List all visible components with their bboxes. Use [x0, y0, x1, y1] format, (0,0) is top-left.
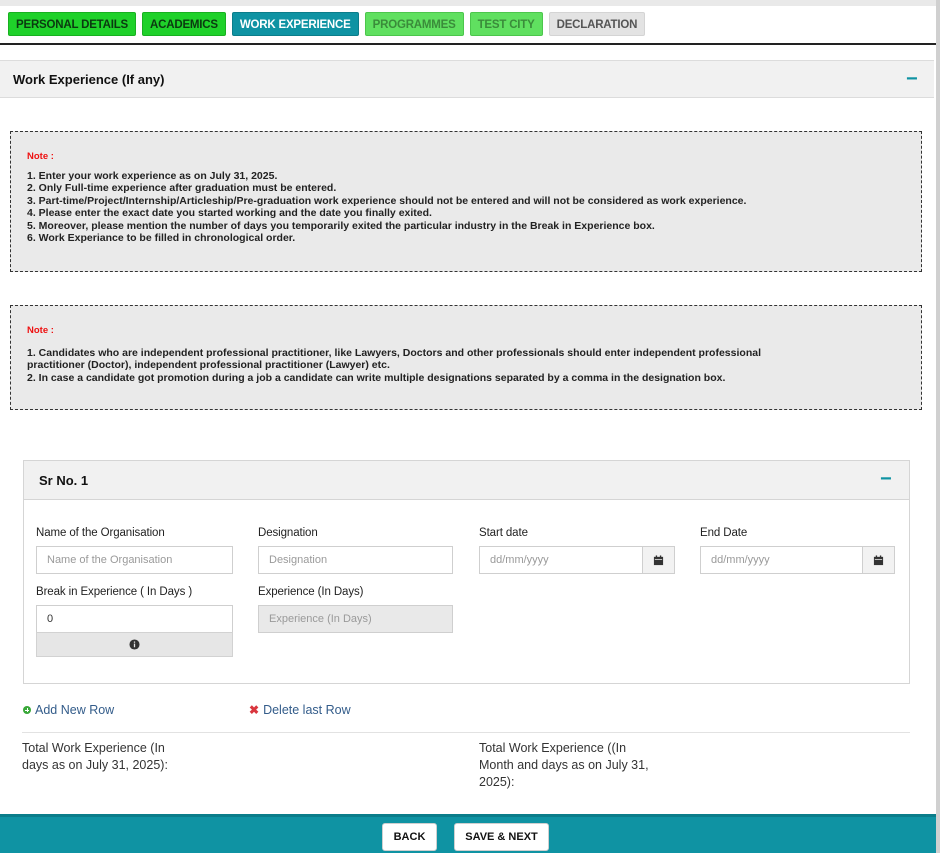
tab-test-city[interactable]: TEST CITY: [469, 12, 543, 36]
section-collapse-button[interactable]: −: [906, 69, 918, 89]
row-title: Sr No. 1: [39, 473, 89, 488]
save-next-button[interactable]: SAVE & NEXT: [454, 823, 549, 851]
footer-bar: BACK SAVE & NEXT: [0, 814, 936, 853]
add-new-row-link[interactable]: Add New Row: [23, 703, 114, 717]
calendar-icon: [653, 554, 664, 565]
total-days-label: Total Work Experience (In days as on Jul…: [22, 740, 168, 774]
tab-work-experience[interactable]: WORK EXPERIENCE: [231, 12, 359, 36]
break-info-button[interactable]: [36, 632, 233, 657]
note-box-1: Note : 1. Enter your work experience as …: [10, 131, 922, 272]
end-date-label: End Date: [700, 527, 748, 539]
organisation-label: Name of the Organisation: [36, 527, 165, 539]
scrollbar[interactable]: [936, 0, 940, 853]
row-collapse-button[interactable]: −: [880, 469, 892, 489]
break-days-input[interactable]: [36, 605, 233, 633]
start-date-calendar-button[interactable]: [642, 546, 675, 574]
note-line: 5. Moreover, please mention the number o…: [27, 219, 655, 232]
tab-declaration[interactable]: DECLARATION: [548, 12, 646, 36]
note-line: 2. Only Full-time experience after gradu…: [27, 182, 337, 195]
note-line: 3. Part-time/Project/Internship/Articles…: [27, 194, 747, 207]
divider: [22, 732, 910, 733]
section-header: Work Experience (If any) −: [0, 60, 934, 98]
note-line: 2. In case a candidate got promotion dur…: [27, 371, 726, 384]
calendar-icon: [873, 554, 884, 565]
note-list: 1. Enter your work experience as on July…: [27, 170, 909, 244]
delete-last-row-label: Delete last Row: [263, 703, 351, 717]
designation-input[interactable]: [258, 546, 453, 574]
note-line: 1. Enter your work experience as on July…: [27, 170, 278, 182]
info-icon: [129, 639, 140, 650]
row-header: Sr No. 1 −: [24, 461, 909, 500]
note-list: 1. Candidates who are independent profes…: [27, 347, 909, 384]
end-date-calendar-button[interactable]: [862, 546, 895, 574]
note-line: 1. Candidates who are independent profes…: [27, 347, 761, 359]
plus-circle-icon: [23, 706, 31, 714]
note-line: 4. Please enter the exact date you start…: [27, 207, 432, 220]
designation-label: Designation: [258, 527, 318, 539]
start-date-label: Start date: [479, 527, 528, 539]
total-days-label-line: days as on July 31, 2025):: [22, 758, 168, 772]
step-tabs: PERSONAL DETAILS ACADEMICS WORK EXPERIEN…: [8, 12, 646, 36]
experience-days-label: Experience (In Days): [258, 586, 364, 598]
tab-personal-details[interactable]: PERSONAL DETAILS: [8, 12, 137, 36]
tab-divider: [0, 43, 936, 45]
total-months-label-line: Month and days as on July 31,: [479, 758, 649, 772]
total-days-label-line: Total Work Experience (In: [22, 741, 165, 755]
note-box-2: Note : 1. Candidates who are independent…: [10, 305, 922, 410]
start-date-input[interactable]: [479, 546, 643, 574]
close-icon: ✖: [249, 703, 260, 717]
back-button[interactable]: BACK: [382, 823, 437, 851]
total-months-label: Total Work Experience ((In Month and day…: [479, 740, 649, 791]
note-label: Note :: [27, 325, 54, 336]
note-line: 6. Work Experiance to be filled in chron…: [27, 232, 296, 245]
add-new-row-label: Add New Row: [35, 703, 115, 717]
top-strip: [0, 0, 940, 6]
tab-academics[interactable]: ACADEMICS: [142, 12, 226, 36]
total-months-label-line: Total Work Experience ((In: [479, 741, 627, 755]
section-title: Work Experience (If any): [13, 72, 165, 87]
experience-days-input: [258, 605, 453, 633]
delete-last-row-link[interactable]: ✖ Delete last Row: [249, 703, 351, 717]
total-months-label-line: 2025):: [479, 775, 515, 789]
organisation-input[interactable]: [36, 546, 233, 574]
note-label: Note :: [27, 151, 54, 162]
end-date-input[interactable]: [700, 546, 863, 574]
tab-programmes[interactable]: PROGRAMMES: [364, 12, 464, 36]
note-line: practitioner (Doctor), independent profe…: [27, 359, 390, 372]
break-label: Break in Experience ( In Days ): [36, 586, 193, 598]
